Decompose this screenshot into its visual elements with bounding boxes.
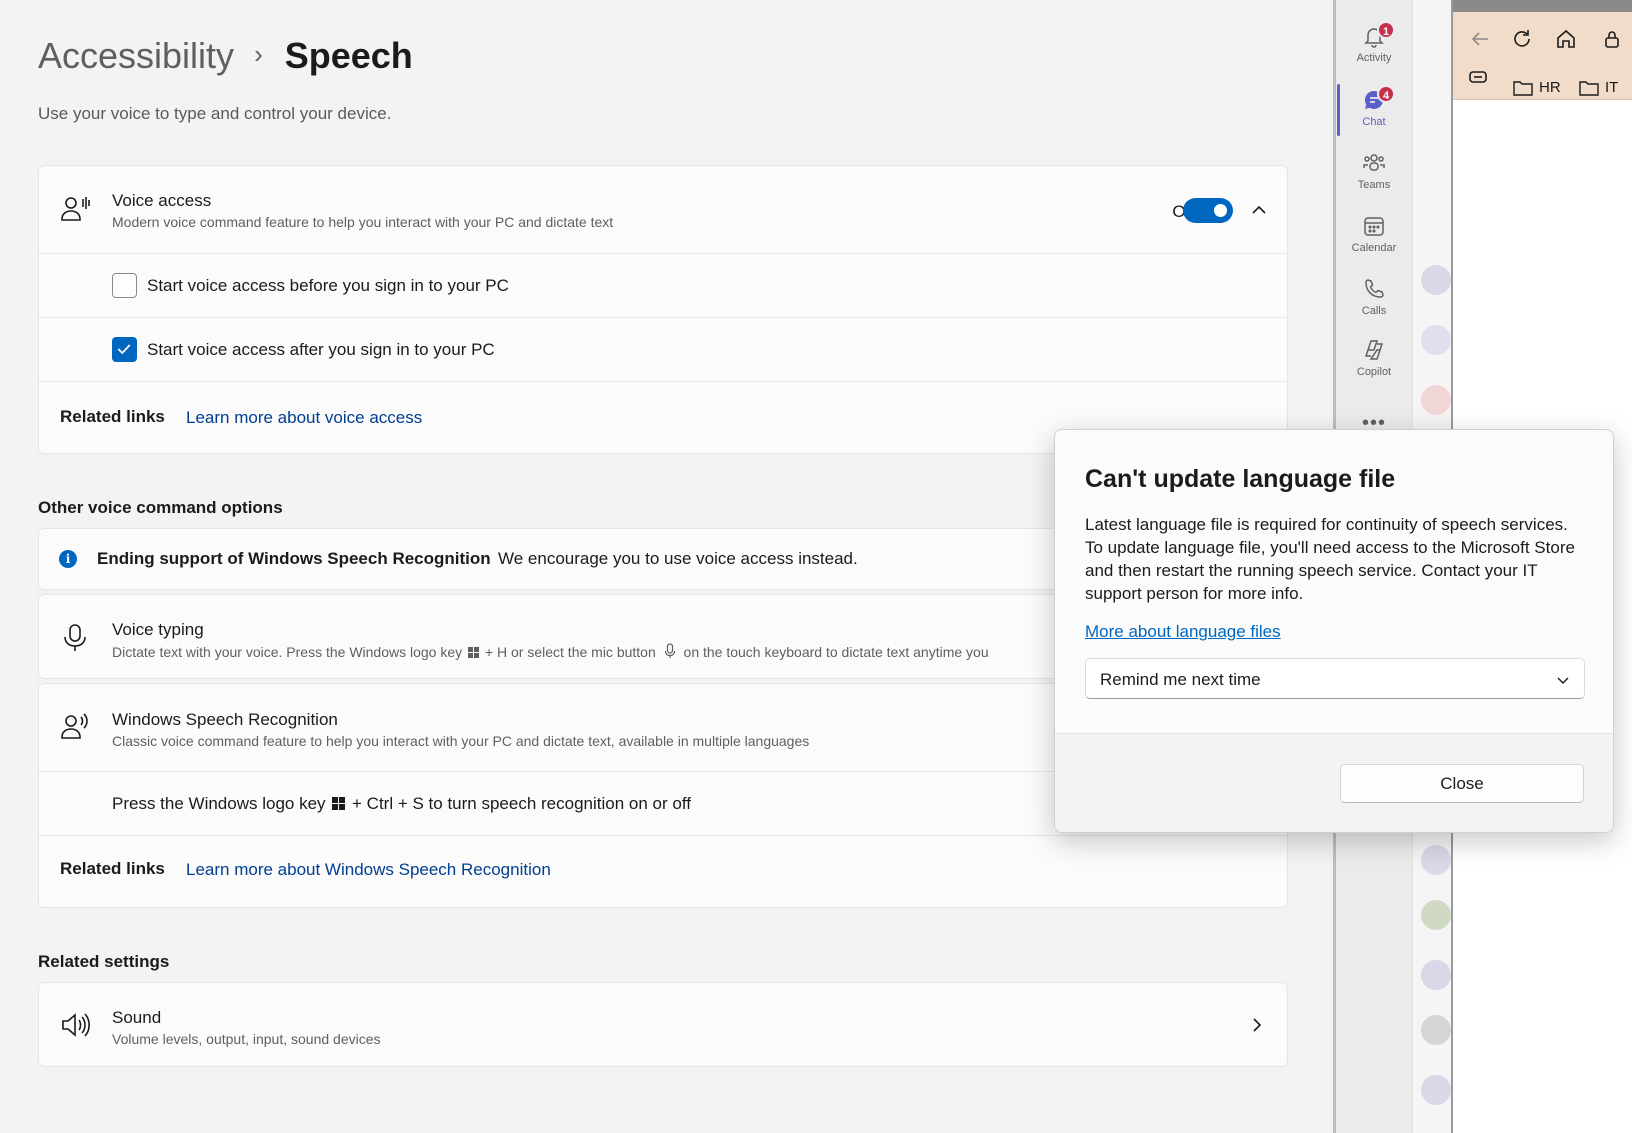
after-signin-label: Start voice access after you sign in to … — [147, 340, 495, 359]
breadcrumb-accessibility[interactable]: Accessibility — [38, 35, 234, 77]
sound-card[interactable]: Sound Volume levels, output, input, soun… — [38, 982, 1288, 1067]
rail-item-copilot[interactable]: Copilot — [1336, 338, 1412, 378]
rail-item-teams[interactable]: Teams — [1336, 151, 1412, 191]
language-file-dialog: Can't update language file Latest langua… — [1054, 429, 1614, 833]
voice-typing-sub-3: on the touch keyboard to dictate text an… — [683, 644, 989, 660]
browser-tab-strip — [1453, 0, 1632, 12]
sound-subtitle: Volume levels, output, input, sound devi… — [112, 1031, 381, 1047]
voice-access-icon — [61, 197, 90, 221]
wsr-shortcut-1: Press the Windows logo key — [112, 794, 326, 813]
related-settings-heading: Related settings — [38, 952, 170, 971]
toggle-knob — [1214, 204, 1227, 217]
calendar-icon — [1364, 217, 1384, 236]
wsr-related-row: Related links Learn more about Windows S… — [39, 835, 1287, 909]
windows-key-icon — [332, 797, 346, 810]
rail-active-indicator — [1337, 84, 1340, 136]
back-icon[interactable] — [1469, 28, 1491, 50]
collections-icon[interactable] — [1467, 66, 1489, 88]
lock-icon[interactable] — [1601, 28, 1623, 50]
rail-label-activity: Activity — [1356, 52, 1392, 64]
wsr-title: Windows Speech Recognition — [112, 710, 338, 729]
checkmark-icon — [117, 344, 131, 355]
teams-icon — [1363, 154, 1385, 171]
favorite-it[interactable]: IT — [1579, 79, 1618, 96]
wsr-subtitle: Classic voice command feature to help yo… — [112, 733, 810, 749]
voice-typing-sub-1: Dictate text with your voice. Press the … — [112, 644, 463, 660]
voice-typing-title: Voice typing — [112, 620, 204, 639]
chat-badge: 4 — [1377, 85, 1395, 103]
folder-icon — [1579, 80, 1599, 96]
voice-access-toggle[interactable] — [1183, 198, 1233, 223]
favorite-hr[interactable]: HR — [1513, 79, 1561, 96]
rail-item-chat[interactable]: 4 Chat — [1336, 85, 1412, 128]
home-icon[interactable] — [1555, 28, 1577, 50]
rail-label-calendar: Calendar — [1351, 242, 1397, 254]
rail-label-calls: Calls — [1361, 305, 1387, 317]
refresh-icon[interactable] — [1511, 28, 1533, 50]
remind-dropdown[interactable]: Remind me next time — [1085, 658, 1585, 699]
chevron-down-icon — [1557, 677, 1569, 684]
avatar[interactable] — [1421, 900, 1451, 930]
voice-typing-sub-2: + H or select the mic button — [484, 644, 656, 660]
chevron-right-icon — [1253, 1018, 1262, 1032]
speech-recognition-icon — [61, 713, 88, 739]
rail-item-activity[interactable]: 1 Activity — [1336, 21, 1412, 64]
info-title: Ending support of Windows Speech Recogni… — [97, 549, 491, 568]
speaker-icon — [62, 1013, 90, 1037]
voice-access-row[interactable]: Voice access Modern voice command featur… — [39, 166, 1287, 253]
breadcrumb: Accessibility › Speech — [38, 30, 413, 82]
microphone-icon — [64, 624, 86, 651]
avatar[interactable] — [1421, 1015, 1451, 1045]
learn-more-voice-access-link[interactable]: Learn more about voice access — [186, 408, 422, 428]
avatar[interactable] — [1421, 1075, 1451, 1105]
after-signin-checkbox[interactable] — [112, 337, 137, 362]
browser-toolbar: HR IT — [1453, 12, 1632, 100]
folder-icon — [1513, 80, 1533, 96]
dialog-body: Latest language file is required for con… — [1085, 515, 1575, 603]
avatar[interactable] — [1421, 385, 1451, 415]
wsr-shortcut-2: + Ctrl + S to turn speech recognition on… — [352, 794, 691, 813]
before-signin-label: Start voice access before you sign in to… — [147, 276, 509, 295]
avatar[interactable] — [1421, 325, 1451, 355]
rail-item-calls[interactable]: Calls — [1336, 277, 1412, 317]
phone-icon — [1365, 279, 1384, 298]
voice-access-title: Voice access — [112, 191, 212, 210]
avatar[interactable] — [1421, 960, 1451, 990]
rail-label-teams: Teams — [1357, 179, 1391, 191]
rail-item-calendar[interactable]: Calendar — [1336, 214, 1412, 254]
windows-key-icon — [468, 647, 480, 658]
info-icon: i — [59, 550, 77, 568]
info-text: We encourage you to use voice access ins… — [498, 549, 858, 568]
avatar[interactable] — [1421, 845, 1451, 875]
before-signin-row: Start voice access before you sign in to… — [39, 253, 1287, 317]
mic-button-icon — [664, 643, 675, 658]
rail-label-chat: Chat — [1362, 116, 1386, 128]
other-options-heading: Other voice command options — [38, 498, 283, 517]
chevron-up-icon[interactable] — [1249, 200, 1269, 220]
avatar[interactable] — [1421, 265, 1451, 295]
before-signin-checkbox[interactable] — [112, 273, 137, 298]
voice-typing-subtitle: Dictate text with your voice. Press the … — [112, 643, 989, 660]
page-description: Use your voice to type and control your … — [38, 104, 392, 123]
rail-label-copilot: Copilot — [1356, 366, 1392, 378]
wsr-shortcut-text: Press the Windows logo key + Ctrl + S to… — [112, 794, 691, 814]
related-links-label: Related links — [60, 859, 165, 878]
after-signin-row: Start voice access after you sign in to … — [39, 317, 1287, 381]
breadcrumb-separator: › — [254, 38, 263, 69]
learn-more-wsr-link[interactable]: Learn more about Windows Speech Recognit… — [186, 860, 551, 880]
copilot-icon — [1364, 340, 1384, 360]
dialog-title: Can't update language file — [1085, 465, 1396, 493]
language-files-link[interactable]: More about language files — [1085, 622, 1281, 642]
dialog-footer: Close — [1055, 733, 1613, 832]
page-title: Speech — [284, 35, 413, 76]
sound-title: Sound — [112, 1008, 162, 1027]
favorite-it-label: IT — [1605, 79, 1619, 96]
remind-dropdown-value: Remind me next time — [1100, 670, 1261, 689]
activity-badge: 1 — [1377, 21, 1395, 39]
voice-access-card: Voice access Modern voice command featur… — [38, 165, 1288, 454]
close-button[interactable]: Close — [1340, 764, 1584, 803]
favorite-hr-label: HR — [1539, 79, 1561, 96]
voice-access-subtitle: Modern voice command feature to help you… — [112, 214, 614, 230]
related-links-label: Related links — [60, 407, 165, 426]
